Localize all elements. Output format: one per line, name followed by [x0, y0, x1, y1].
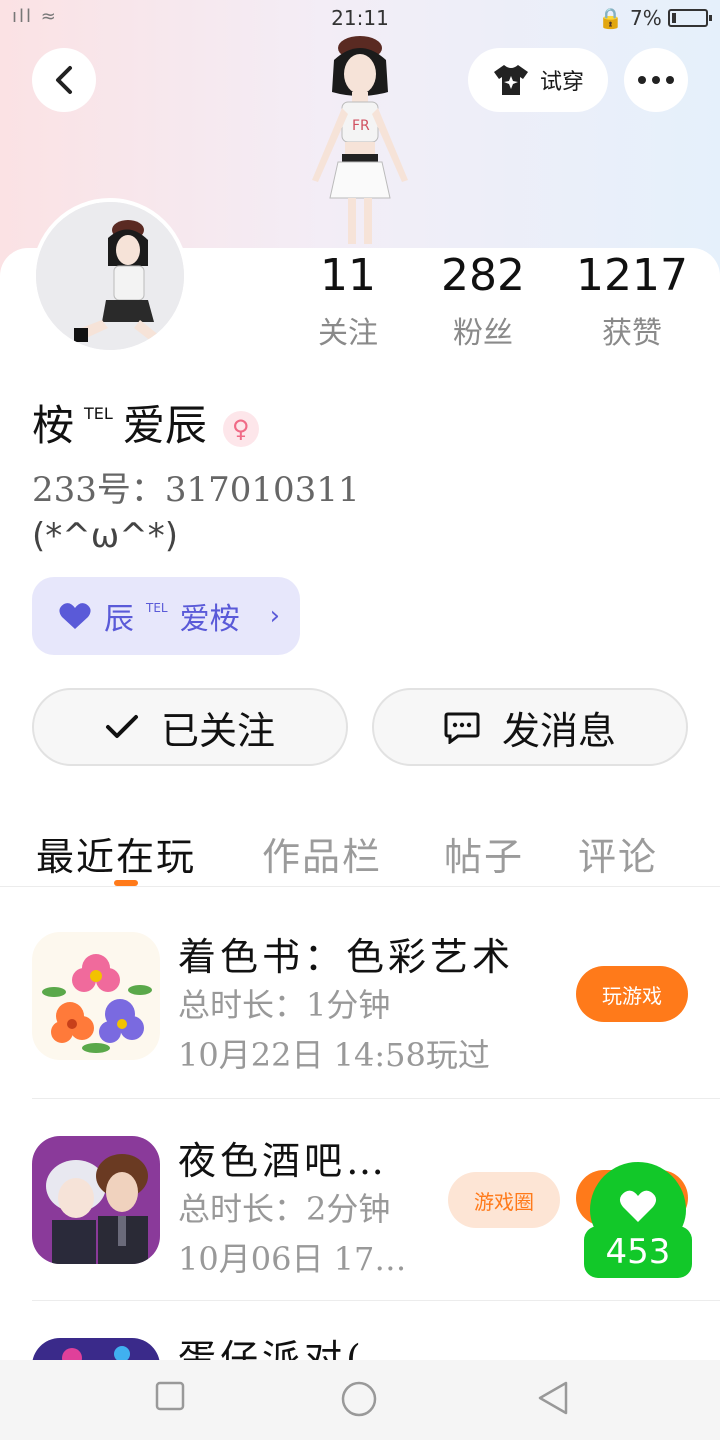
heart-icon — [619, 1190, 657, 1222]
stat-following[interactable]: 11 关注 — [273, 250, 423, 352]
system-nav-bar — [0, 1360, 720, 1440]
rotation-lock-icon: 🔒 — [598, 6, 623, 30]
followed-button[interactable]: 已关注 — [32, 688, 348, 766]
following-label: 关注 — [318, 316, 378, 351]
floating-like-widget[interactable]: 453 — [584, 1162, 692, 1278]
recent-apps-icon[interactable] — [154, 1380, 186, 1412]
female-icon: ♀ — [222, 411, 259, 447]
try-on-label: 试穿 — [539, 70, 584, 95]
home-icon[interactable] — [340, 1380, 378, 1418]
fans-count: 282 — [441, 250, 525, 301]
game-icon-coloring-book — [32, 932, 160, 1060]
couple-part1: 辰 — [104, 602, 134, 637]
game-icon-eggy-party — [32, 1338, 160, 1360]
play-game-button[interactable]: 玩游戏 — [576, 966, 688, 1022]
shirt-icon — [493, 65, 528, 95]
followed-label: 已关注 — [160, 708, 275, 753]
tab-divider — [0, 886, 720, 887]
game-icon-night-bar — [32, 1136, 160, 1264]
tab-works[interactable]: 作品栏 — [262, 826, 382, 881]
tab-recently-played[interactable]: 最近在玩 — [36, 826, 196, 881]
following-count: 11 — [320, 250, 376, 301]
profile-tabs: 最近在玩 作品栏 帖子 评论 — [0, 812, 720, 888]
play-duration: 总时长：1分钟 — [178, 986, 391, 1024]
row-divider — [32, 1098, 720, 1099]
play-duration: 总时长：2分钟 — [178, 1190, 391, 1228]
heart-icon — [59, 603, 91, 629]
battery-percent: 7% — [630, 6, 662, 30]
username-part2: 爱辰 — [122, 401, 207, 450]
last-played: 10月06日 17… — [178, 1240, 407, 1278]
battery-icon — [668, 9, 712, 27]
fans-label: 粉丝 — [453, 316, 513, 351]
send-message-label: 发消息 — [501, 708, 616, 753]
back-button[interactable] — [32, 48, 96, 112]
avatar-3d-figure: FR — [312, 36, 408, 244]
username-part1: 桉 — [32, 401, 75, 450]
chat-bubble-icon — [444, 712, 480, 744]
more-dots-icon — [638, 76, 674, 84]
checkmark-icon — [105, 715, 138, 738]
chevron-left-icon — [56, 66, 72, 94]
stat-fans[interactable]: 282 粉丝 — [408, 250, 558, 352]
send-message-button[interactable]: 发消息 — [372, 688, 688, 766]
username: 桉 TEL 爱辰 ♀ — [32, 392, 259, 453]
last-played: 10月22日 14:58玩过 — [178, 1036, 490, 1074]
stat-likes[interactable]: 1217 获赞 — [557, 250, 707, 352]
user-signature: (*^ω^*) — [32, 516, 178, 556]
like-count: 453 — [584, 1226, 692, 1278]
couple-part2: 爱桉 — [179, 602, 240, 637]
back-nav-icon[interactable] — [536, 1380, 570, 1416]
avatar[interactable] — [32, 198, 188, 354]
tab-posts[interactable]: 帖子 — [444, 826, 524, 881]
likes-count: 1217 — [576, 250, 688, 301]
game-name: 蛋仔派对(… — [178, 1337, 407, 1360]
stats-row: 11 关注 282 粉丝 1217 获赞 — [280, 250, 720, 360]
user-id: 233号：317010311 — [32, 470, 360, 510]
chevron-right-icon: › — [269, 601, 281, 631]
game-list-item[interactable]: 蛋仔派对(… — [0, 1304, 720, 1360]
svg-text:FR: FR — [352, 118, 370, 134]
game-name: 夜色酒吧… — [178, 1139, 389, 1183]
game-name: 着色书：色彩艺术 — [178, 935, 515, 979]
game-circle-button[interactable]: 游戏圈 — [448, 1172, 560, 1228]
likes-label: 获赞 — [602, 316, 662, 351]
tab-comments[interactable]: 评论 — [578, 826, 658, 881]
avatar-image — [36, 202, 184, 350]
username-tag: TEL — [84, 404, 113, 423]
couple-tag: TEL — [146, 601, 168, 615]
couple-badge[interactable]: 辰 TEL 爱桉 › — [32, 577, 300, 655]
row-divider — [32, 1300, 720, 1301]
try-on-button[interactable]: 试穿 — [468, 48, 608, 112]
game-list-item[interactable]: 着色书：色彩艺术 总时长：1分钟 10月22日 14:58玩过 玩游戏 — [0, 896, 720, 1096]
more-options-button[interactable] — [624, 48, 688, 112]
